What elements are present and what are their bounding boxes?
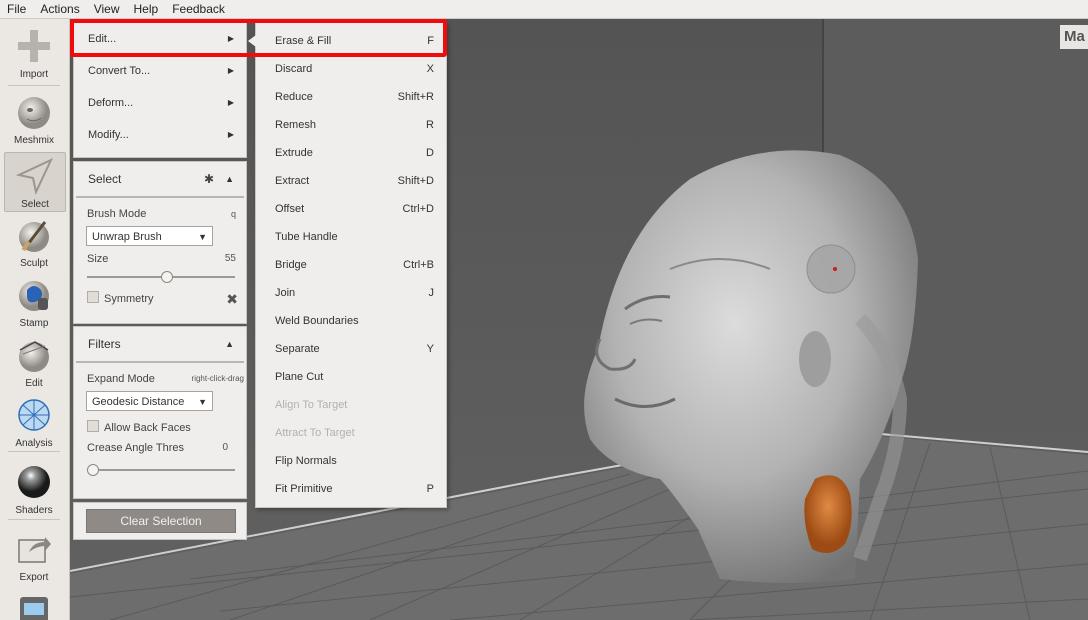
menu-view[interactable]: View [87, 0, 127, 18]
chevron-down-icon: ▼ [198, 232, 207, 242]
plus-icon [18, 30, 50, 62]
tool-print[interactable] [4, 587, 64, 620]
collapse-icon[interactable]: ▲ [225, 162, 234, 196]
arrow-right-icon: ▶ [227, 130, 234, 139]
tool-stamp[interactable]: Stamp [4, 272, 64, 330]
arrow-right-icon: ▶ [227, 66, 234, 75]
expand-mode-dropdown[interactable]: Geodesic Distance ▼ [86, 391, 213, 411]
submenu-reduce[interactable]: Reduce Shift+R [256, 83, 446, 111]
expand-mode-row: Expand Mode right-click-drag [87, 373, 244, 385]
red-highlight-annotation [70, 19, 447, 57]
print-icon [20, 597, 48, 620]
submenu-weld-boundaries[interactable]: Weld Boundaries [256, 307, 446, 335]
brush-mode-dropdown[interactable]: Unwrap Brush ▼ [86, 226, 213, 246]
deform-menu-item[interactable]: Deform... ▶ [74, 87, 246, 119]
gear-icon[interactable]: ✱ [204, 162, 214, 196]
modify-menu-item[interactable]: Modify... ▶ [74, 119, 246, 151]
allow-back-faces-row: Allow Back Faces [74, 419, 246, 437]
brush-mode-row: Brush Mode q [87, 208, 236, 220]
tool-edit[interactable]: Edit [4, 332, 64, 390]
submenu-join[interactable]: Join J [256, 279, 446, 307]
analysis-icon [18, 399, 50, 431]
menu-actions[interactable]: Actions [33, 0, 86, 18]
filters-panel: Filters ▲ Expand Mode right-click-drag G… [73, 326, 247, 499]
stamp-icon [19, 281, 49, 311]
collapse-icon[interactable]: ▲ [225, 327, 234, 361]
allow-back-faces-checkbox[interactable] [87, 420, 99, 432]
edit-submenu: Erase & Fill F Discard X Reduce Shift+R Rem… [248, 22, 447, 508]
symmetry-tool-icon[interactable]: ✖ [226, 290, 238, 308]
menu-bar: File Actions View Help Feedback [0, 0, 1088, 19]
tool-meshmix[interactable]: Meshmix [4, 89, 64, 147]
tool-import[interactable]: Import [4, 23, 64, 81]
sculpt-brush-icon [19, 221, 49, 252]
select-panel-header[interactable]: Select ✱ ▲ [76, 162, 244, 198]
shaders-ball-icon [18, 466, 50, 498]
submenu-fit-primitive[interactable]: Fit Primitive P [256, 475, 446, 503]
submenu-plane-cut[interactable]: Plane Cut [256, 363, 446, 391]
symmetry-row: Symmetry ✖ [74, 290, 246, 308]
submenu-attract-to-target: Attract To Target [275, 427, 355, 439]
convert-to-menu-item[interactable]: Convert To... ▶ [74, 55, 246, 87]
size-slider[interactable] [87, 270, 235, 284]
clear-selection-panel: Clear Selection [73, 502, 247, 540]
submenu-align-to-target: Align To Target [275, 399, 348, 411]
export-icon [18, 537, 51, 563]
clear-selection-button[interactable]: Clear Selection [86, 509, 236, 533]
submenu-bridge[interactable]: Bridge Ctrl+B [256, 251, 446, 279]
tool-export[interactable]: Export [4, 526, 64, 584]
selection-region [804, 475, 852, 553]
left-toolbar: Import Meshmix Select Sculpt Stamp Edit [0, 19, 70, 620]
viewport-logo-tab[interactable]: Ma [1060, 25, 1088, 49]
size-row: Size 55 [87, 253, 236, 265]
menu-file[interactable]: File [0, 0, 33, 18]
chevron-down-icon: ▼ [198, 397, 207, 407]
crease-angle-slider[interactable] [87, 463, 235, 477]
submenu-separate[interactable]: Separate Y [256, 335, 446, 363]
submenu-tube-handle[interactable]: Tube Handle [256, 223, 446, 251]
edit-sphere-icon [19, 341, 49, 372]
menu-help[interactable]: Help [127, 0, 166, 18]
submenu-discard[interactable]: Discard X [256, 55, 446, 83]
slider-knob[interactable] [87, 464, 99, 476]
submenu-flip-normals[interactable]: Flip Normals [256, 447, 446, 475]
tool-shaders[interactable]: Shaders [4, 459, 64, 517]
menu-feedback[interactable]: Feedback [165, 0, 232, 18]
meshmix-bunny-icon [18, 97, 50, 129]
crease-angle-row: Crease Angle Thres 0 [87, 442, 228, 454]
submenu-extract[interactable]: Extract Shift+D [256, 167, 446, 195]
slider-knob[interactable] [161, 271, 173, 283]
submenu-remesh[interactable]: Remesh R [256, 111, 446, 139]
tool-select[interactable]: Select [4, 152, 66, 212]
tool-sculpt[interactable]: Sculpt [4, 212, 64, 270]
tool-analysis[interactable]: Analysis [4, 392, 64, 450]
filters-panel-header[interactable]: Filters ▲ [76, 327, 244, 363]
submenu-extrude[interactable]: Extrude D [256, 139, 446, 167]
symmetry-checkbox[interactable] [87, 291, 99, 303]
select-arrow-icon [15, 157, 54, 196]
submenu-offset[interactable]: Offset Ctrl+D [256, 195, 446, 223]
select-panel: Select ✱ ▲ Brush Mode q Unwrap Brush ▼ S… [73, 161, 247, 324]
arrow-right-icon: ▶ [227, 98, 234, 107]
